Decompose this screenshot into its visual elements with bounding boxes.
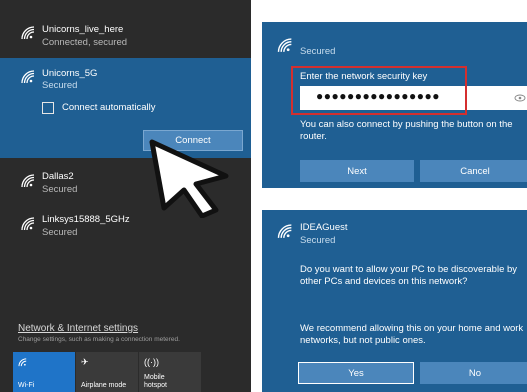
network-name: IDEAGuest <box>300 222 348 233</box>
wps-hint: You can also connect by pushing the butt… <box>300 119 513 142</box>
mouse-pointer-icon <box>149 139 229 218</box>
wifi-icon <box>21 70 35 84</box>
security-key-value: ●●●●●●●●●●●●●●●● <box>316 89 440 103</box>
network-name: Unicorns_5G <box>42 68 98 79</box>
wifi-icon <box>277 38 292 53</box>
wifi-icon <box>277 224 292 239</box>
tile-label: Airplane mode <box>81 382 127 389</box>
connect-automatically-checkbox[interactable] <box>42 102 54 114</box>
discoverable-question: Do you want to allow your PC to be disco… <box>300 264 518 287</box>
wifi-icon <box>21 174 35 188</box>
security-key-input[interactable]: ●●●●●●●●●●●●●●●● <box>300 86 527 110</box>
tile-label: Mobile hotspot <box>144 374 167 390</box>
quick-action-airplane-mode[interactable]: ✈ Airplane mode <box>76 352 138 392</box>
connect-automatically-label: Connect automatically <box>62 102 156 113</box>
yes-button[interactable]: Yes <box>298 362 414 384</box>
network-status: Secured <box>42 227 78 238</box>
next-button[interactable]: Next <box>300 160 414 182</box>
cancel-button[interactable]: Cancel <box>420 160 527 182</box>
security-key-dialog: Secured Enter the network security key ●… <box>262 22 527 188</box>
network-status: Secured <box>42 184 78 195</box>
network-flyout: Unicorns_live_here Connected, secured Un… <box>0 0 251 392</box>
tile-label-line: hotspot <box>144 382 167 389</box>
network-name: Linksys15888_5GHz <box>42 214 130 225</box>
network-status: Secured <box>300 235 336 246</box>
quick-action-wifi[interactable]: Wi-Fi <box>13 352 75 392</box>
network-name: Dallas2 <box>42 171 74 182</box>
wifi-icon <box>18 358 27 367</box>
hotspot-icon: ((·)) <box>144 357 159 367</box>
discoverable-recommendation: We recommend allowing this on your home … <box>300 323 524 346</box>
network-settings-description: Change settings, such as making a connec… <box>18 336 180 343</box>
network-settings-link[interactable]: Network & Internet settings <box>18 323 138 334</box>
network-status: Connected, secured <box>42 37 128 48</box>
network-name: Unicorns_live_here <box>42 24 124 35</box>
network-status: Secured <box>300 46 336 57</box>
tile-label: Wi-Fi <box>18 382 35 389</box>
quick-action-mobile-hotspot[interactable]: ((·)) Mobile hotspot <box>139 352 201 392</box>
network-status: Secured <box>42 80 78 91</box>
wifi-icon <box>21 26 35 40</box>
network-item-unicorns-live-here[interactable]: Unicorns_live_here Connected, secured <box>0 0 251 56</box>
wifi-icon <box>21 217 35 231</box>
airplane-icon: ✈ <box>81 357 89 367</box>
tile-label-line: Mobile <box>144 374 165 381</box>
no-button[interactable]: No <box>420 362 527 384</box>
security-key-label: Enter the network security key <box>300 71 428 82</box>
reveal-password-icon[interactable] <box>514 93 526 103</box>
network-discovery-dialog: IDEAGuest Secured Do you want to allow y… <box>262 210 527 392</box>
